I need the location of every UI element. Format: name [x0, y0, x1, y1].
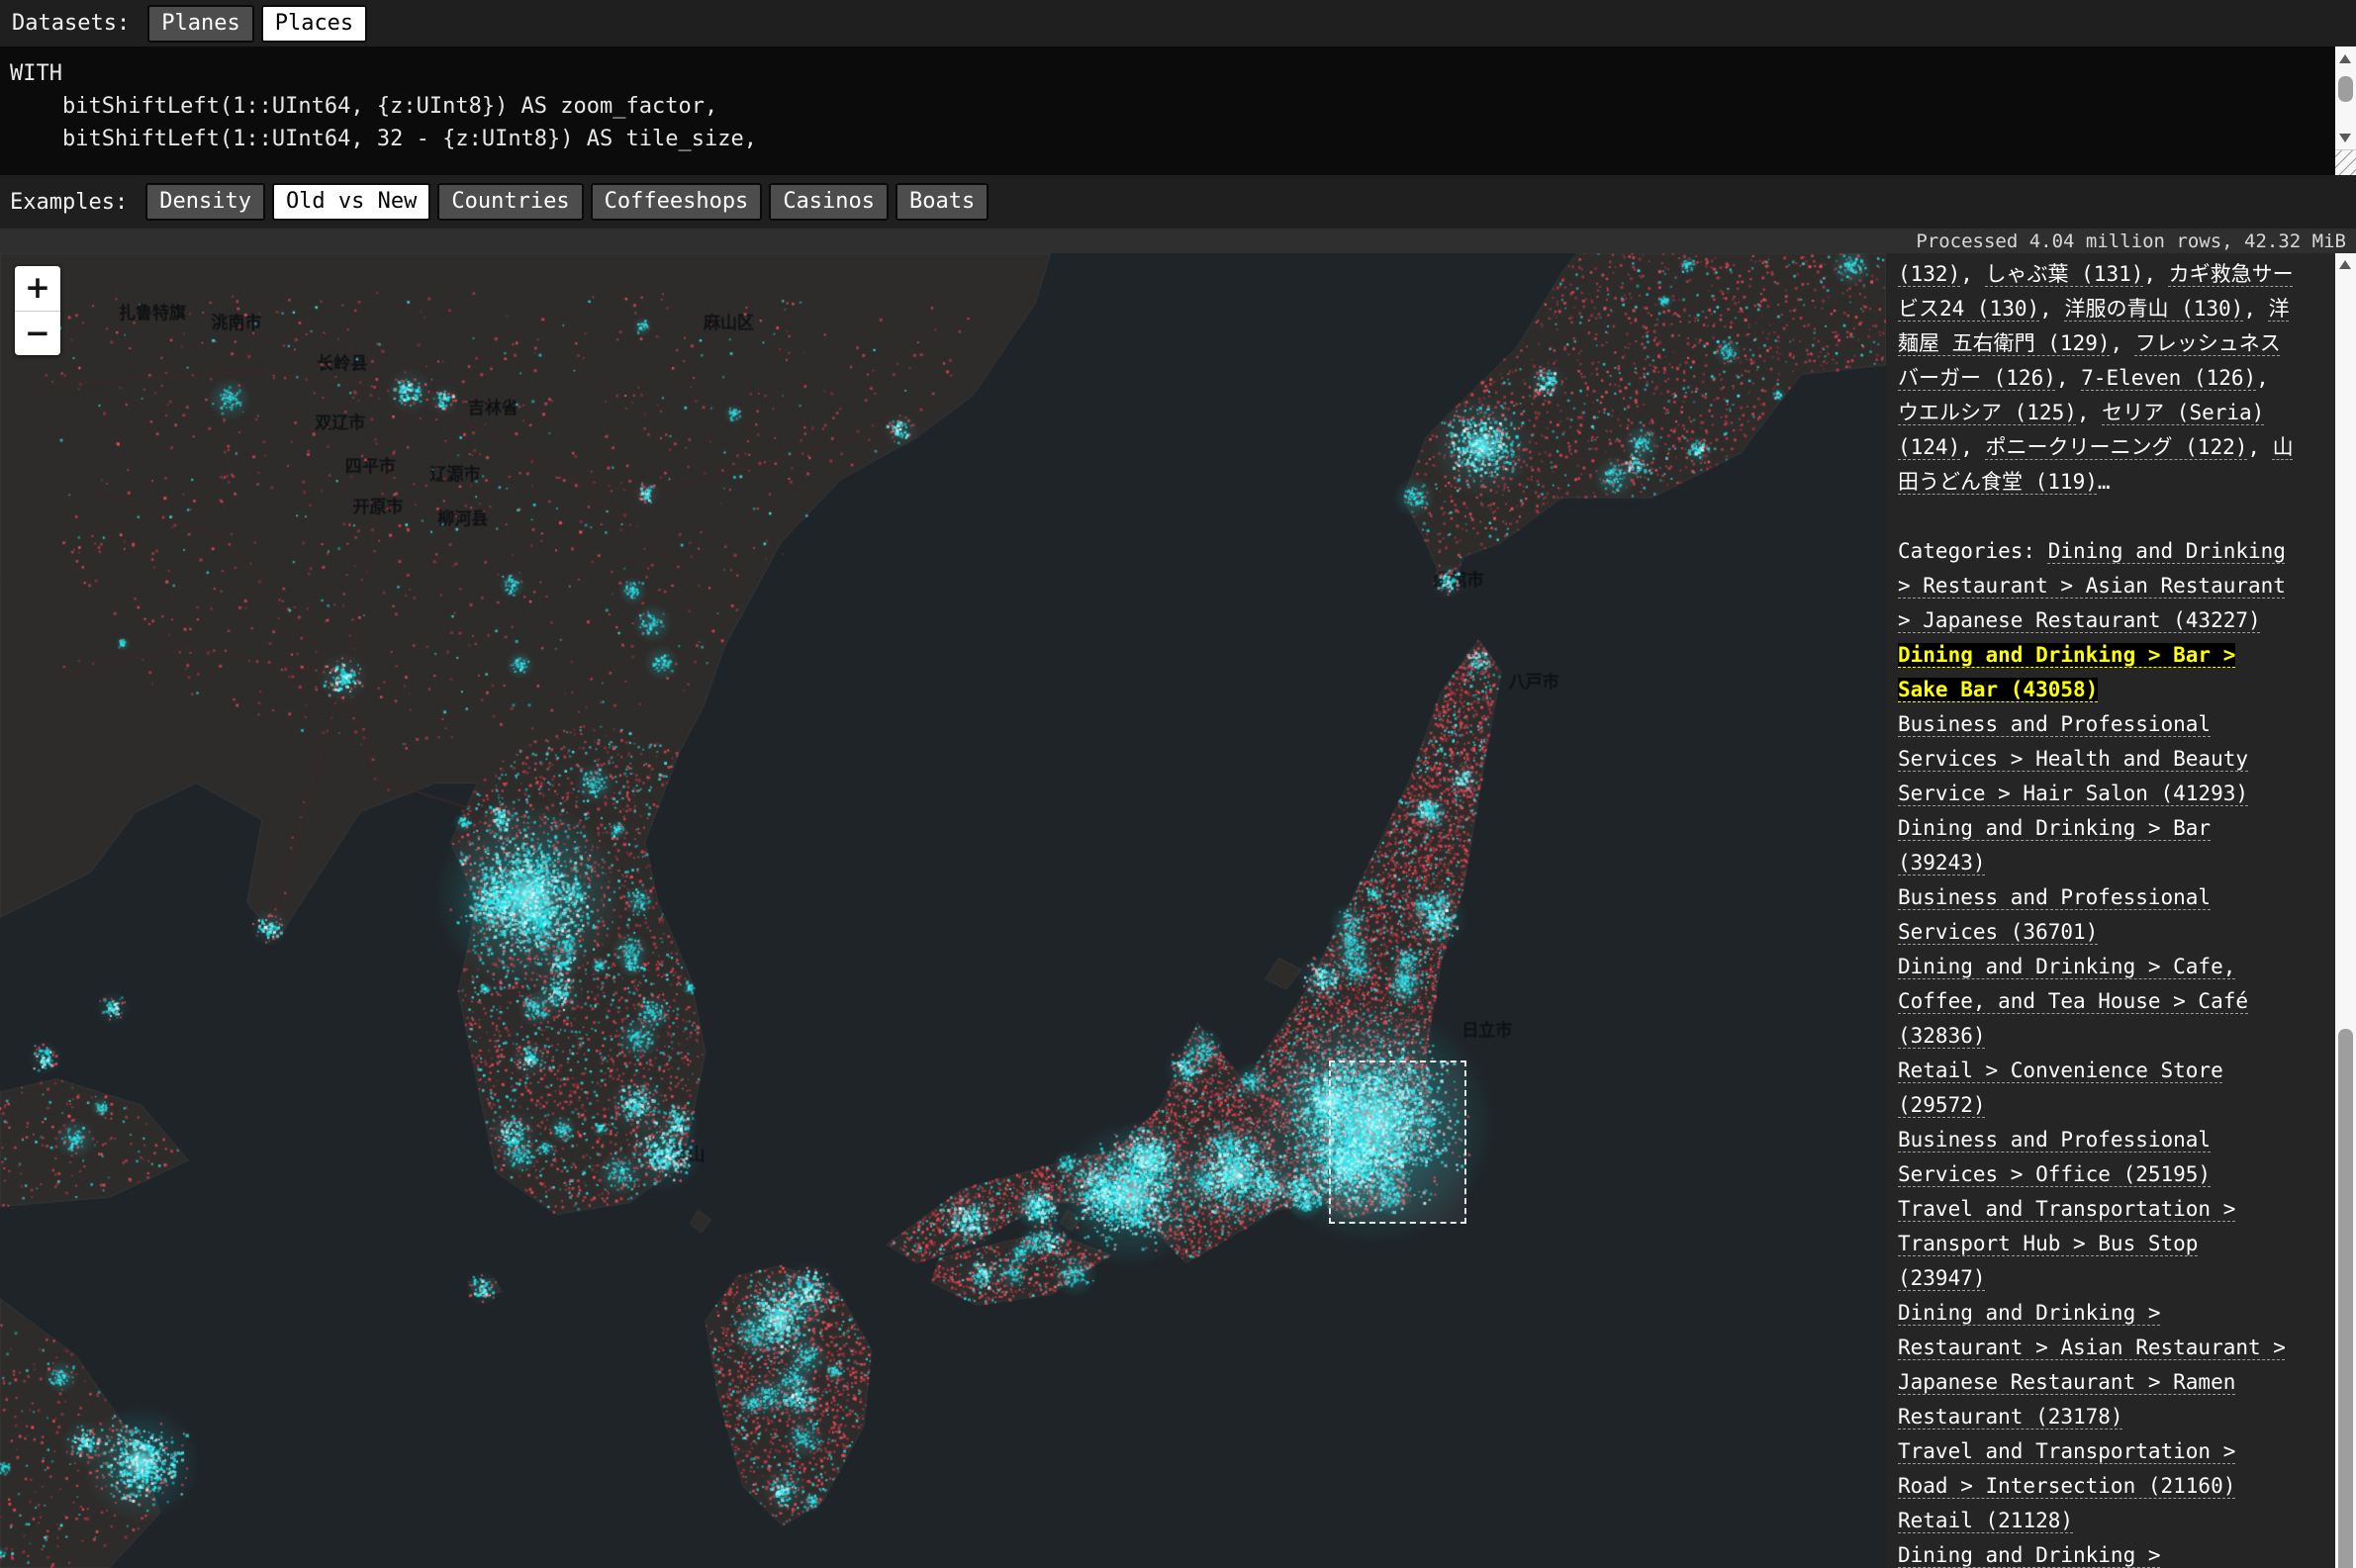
example-button-coffeeshops[interactable]: Coffeeshops	[591, 183, 763, 221]
status-bar: Processed 4.04 million rows, 42.32 MiB	[0, 229, 2356, 253]
brand-counts-list: (132), しゃぶ葉 (131), カギ救急サービス24 (130), 洋服の…	[1898, 257, 2294, 500]
map[interactable]: + −	[0, 253, 1886, 1568]
example-buttons: DensityOld vs NewCountriesCoffeeshopsCas…	[145, 183, 995, 221]
example-button-countries[interactable]: Countries	[437, 183, 583, 221]
brand-link[interactable]: ポニークリーニング (122)	[1986, 435, 2248, 459]
brand-link[interactable]: 洋服の青山 (130)	[2064, 297, 2243, 321]
sql-editor-scrollbar[interactable]	[2335, 46, 2356, 175]
sql-editor[interactable]: WITH bitShiftLeft(1::UInt64, {z:UInt8}) …	[0, 46, 2356, 175]
category-counts-list: Categories: Dining and Drinking > Restau…	[1898, 534, 2294, 1568]
map-zoom-control: + −	[15, 266, 60, 355]
brand-link[interactable]: (132)	[1898, 262, 1960, 286]
dataset-button-places[interactable]: Places	[261, 5, 367, 43]
examples-label: Examples:	[10, 190, 128, 215]
datasets-label: Datasets:	[12, 11, 130, 36]
dataset-buttons: PlanesPlaces	[147, 5, 374, 43]
category-link[interactable]: Business and Professional Services > Off…	[1898, 1128, 2211, 1186]
category-link[interactable]: Travel and Transportation > Transport Hu…	[1898, 1197, 2235, 1290]
sql-scrollbar-thumb[interactable]	[2338, 76, 2353, 102]
sql-code[interactable]: WITH bitShiftLeft(1::UInt64, {z:UInt8}) …	[0, 46, 2356, 155]
app: Datasets: PlanesPlaces WITH bitShiftLeft…	[0, 0, 2356, 1568]
main-area: + − (132), しゃぶ葉 (131), カギ救急サービス24 (130),…	[0, 253, 2356, 1568]
resize-grip-icon[interactable]	[2335, 149, 2356, 175]
scroll-up-icon[interactable]	[2339, 54, 2351, 63]
example-button-old-vs-new[interactable]: Old vs New	[272, 183, 430, 221]
status-text: Processed 4.04 million rows, 42.32 MiB	[1916, 231, 2346, 252]
zoom-out-button[interactable]: −	[15, 311, 60, 355]
brand-link[interactable]: 7-Eleven (126)	[2081, 366, 2256, 390]
dataset-button-planes[interactable]: Planes	[147, 5, 253, 43]
brand-link[interactable]: しゃぶ葉 (131)	[1986, 262, 2144, 286]
example-button-density[interactable]: Density	[145, 183, 265, 221]
sidebar-scrollbar[interactable]	[2335, 253, 2356, 1568]
category-link[interactable]: Dining and Drinking > Bar (39243)	[1898, 816, 2211, 875]
datasets-bar: Datasets: PlanesPlaces	[0, 0, 2356, 46]
map-selection-rectangle[interactable]	[1329, 1061, 1466, 1224]
example-button-boats[interactable]: Boats	[895, 183, 989, 221]
scroll-down-icon[interactable]	[2339, 134, 2351, 142]
map-canvas[interactable]	[0, 253, 1886, 1568]
category-link[interactable]: Retail > Convenience Store (29572)	[1898, 1059, 2223, 1117]
category-link[interactable]: Business and Professional Services > Hea…	[1898, 712, 2248, 805]
scroll-up-icon[interactable]	[2339, 260, 2351, 269]
sidebar-scrollbar-thumb[interactable]	[2338, 1029, 2353, 1568]
category-link[interactable]: Retail (21128)	[1898, 1509, 2073, 1532]
category-link[interactable]: Business and Professional Services (3670…	[1898, 885, 2211, 944]
brand-link[interactable]: ウエルシア (125)	[1898, 401, 2077, 424]
examples-bar: Examples: DensityOld vs NewCountriesCoff…	[0, 175, 2356, 229]
category-link-selected[interactable]: Dining and Drinking > Bar > Sake Bar (43…	[1898, 643, 2235, 701]
category-link[interactable]: Dining and Drinking > Restaurant > Asian…	[1898, 1543, 2286, 1568]
category-link[interactable]: Travel and Transportation > Road > Inter…	[1898, 1439, 2235, 1498]
categories-label: Categories:	[1898, 539, 2048, 563]
category-link[interactable]: Dining and Drinking > Restaurant > Asian…	[1898, 1301, 2286, 1429]
zoom-in-button[interactable]: +	[15, 266, 60, 311]
results-panel: (132), しゃぶ葉 (131), カギ救急サービス24 (130), 洋服の…	[1886, 253, 2335, 1568]
category-link[interactable]: Dining and Drinking > Cafe, Coffee, and …	[1898, 955, 2248, 1048]
example-button-casinos[interactable]: Casinos	[769, 183, 889, 221]
